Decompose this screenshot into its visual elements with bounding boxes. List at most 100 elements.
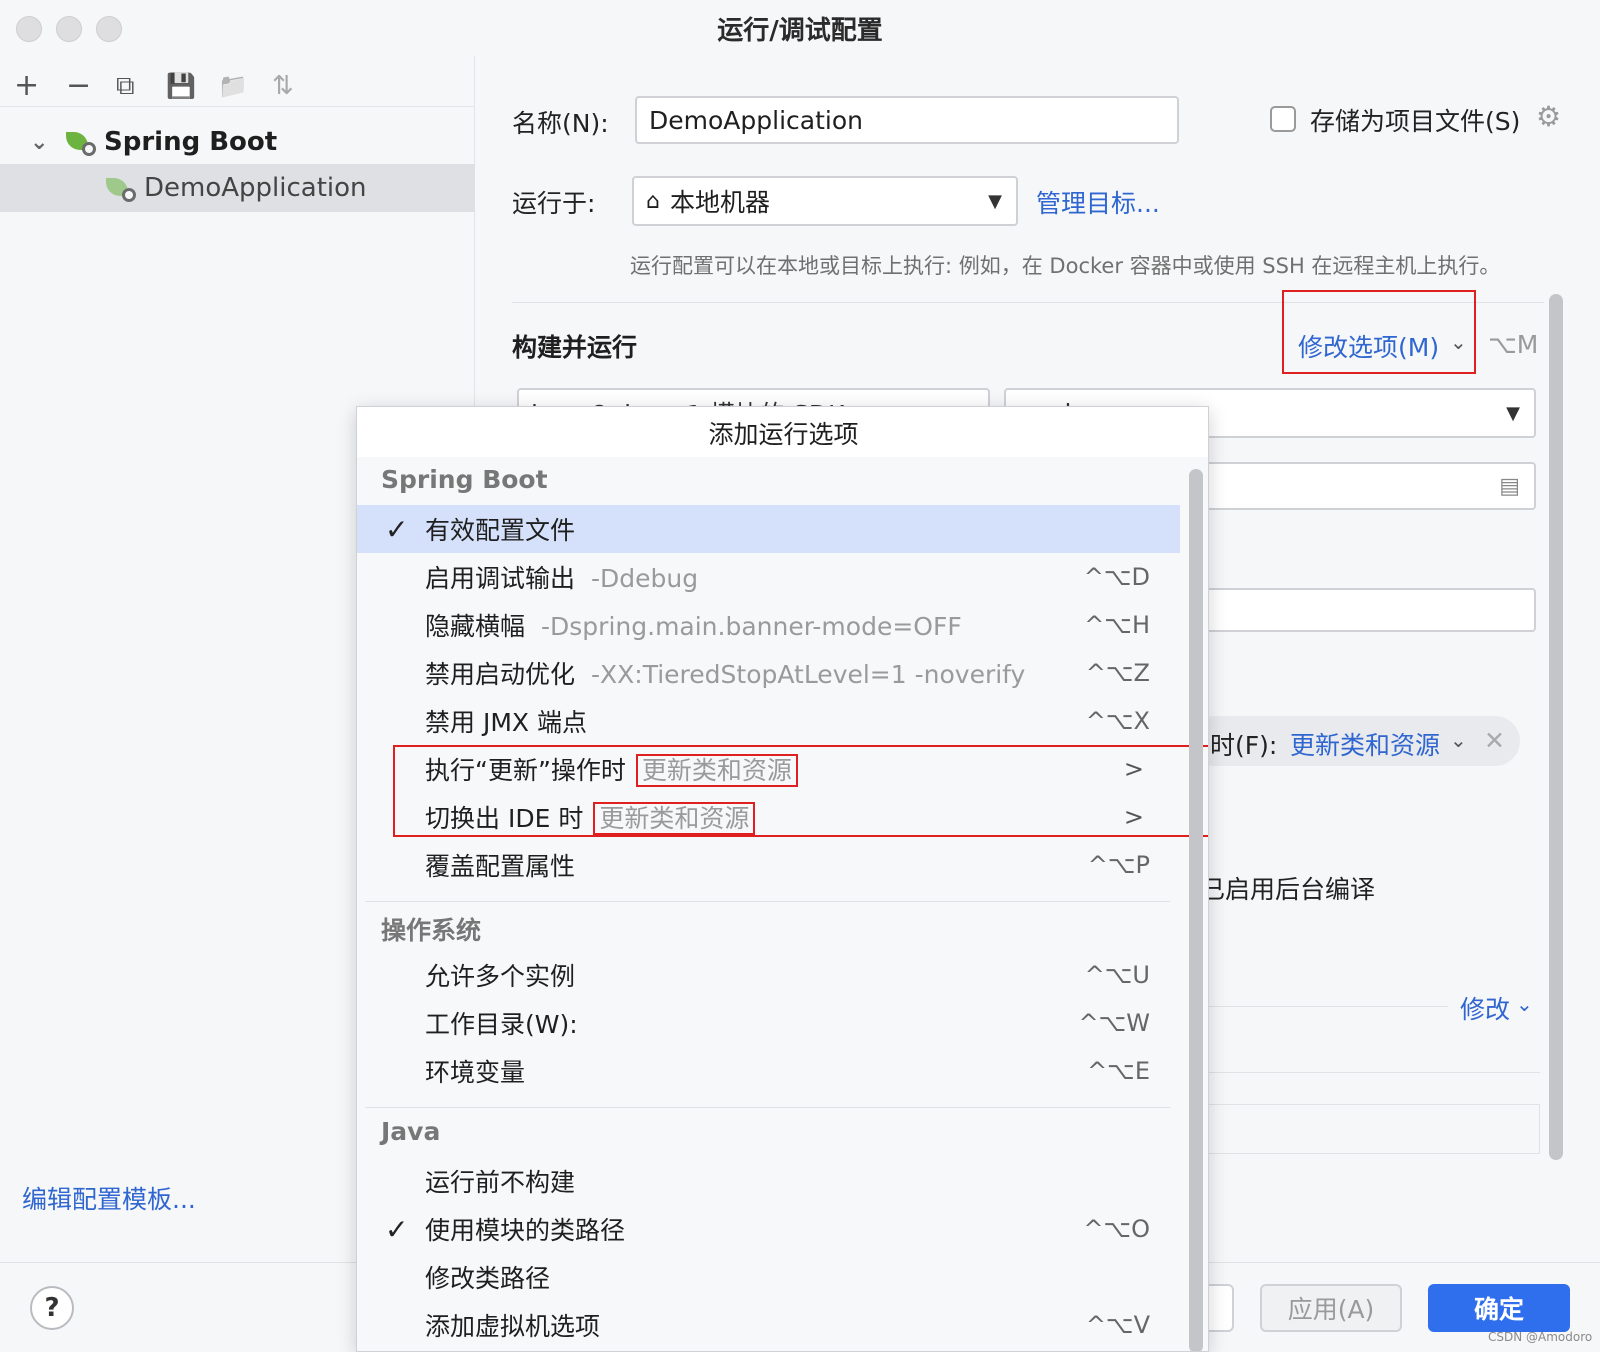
option-hint: -Dspring.main.banner-mode=OFF: [541, 612, 962, 641]
manage-targets-link[interactable]: 管理目标...: [1036, 184, 1160, 220]
option-shortcut: ^⌥X: [1085, 707, 1150, 735]
checkmark-icon: ✓: [385, 1212, 409, 1246]
option-shortcut: ^⌥H: [1084, 611, 1150, 639]
option-shortcut: ^⌥V: [1085, 1311, 1150, 1339]
option-allow-multiple-instances[interactable]: 允许多个实例 ^⌥U: [357, 951, 1180, 999]
option-add-vm-options[interactable]: 添加虚拟机选项 ^⌥V: [357, 1301, 1180, 1349]
store-as-project-file-label: 存储为项目文件(S): [1310, 107, 1521, 136]
option-environment-variables[interactable]: 环境变量 ^⌥E: [357, 1047, 1180, 1095]
dropdown-arrow-icon: ▼: [1506, 402, 1520, 424]
option-hint: -Ddebug: [591, 564, 699, 593]
option-label: 添加虚拟机选项: [425, 1312, 601, 1341]
remove-config-icon[interactable]: −: [66, 66, 91, 106]
option-enable-debug-output[interactable]: 启用调试输出 -Ddebug ^⌥D: [357, 553, 1180, 601]
modify-link[interactable]: 修改: [1460, 990, 1510, 1026]
option-do-not-build[interactable]: 运行前不构建: [357, 1157, 1180, 1205]
home-icon: ⌂: [646, 188, 660, 214]
option-label: 隐藏横幅: [425, 612, 526, 641]
dropdown-arrow-icon: ▼: [988, 190, 1002, 212]
gear-icon[interactable]: ⚙: [1536, 100, 1561, 133]
option-shortcut: ^⌥E: [1087, 1057, 1150, 1085]
tree-item-label: DemoApplication: [144, 173, 367, 203]
run-debug-config-window: 运行/调试配置 + − ⧉ 💾 📁 ⇅ ⌄ Spring Boot DemoAp…: [0, 0, 1600, 1352]
apply-button[interactable]: 应用(A): [1260, 1284, 1402, 1332]
option-label: 禁用启动优化: [425, 660, 576, 689]
new-folder-icon[interactable]: 📁: [218, 66, 248, 106]
popup-title: 添加运行选项: [708, 420, 859, 449]
group-java: Java: [381, 1117, 441, 1146]
option-disable-jmx[interactable]: 禁用 JMX 端点 ^⌥X: [357, 697, 1180, 745]
tree-group-spring-boot[interactable]: ⌄ Spring Boot: [30, 122, 277, 162]
chevron-down-icon: ⌄: [30, 129, 49, 155]
add-config-icon[interactable]: +: [14, 66, 39, 106]
option-label: 工作目录(W):: [425, 1010, 578, 1039]
option-label: 允许多个实例: [425, 962, 576, 991]
option-label: 覆盖配置属性: [425, 852, 576, 881]
group-divider: [365, 1107, 1170, 1108]
spring-boot-app-icon: [106, 174, 136, 202]
save-config-icon[interactable]: 💾: [166, 66, 196, 106]
divider: [1200, 1006, 1448, 1007]
tree-item-demo-application[interactable]: DemoApplication: [0, 164, 475, 212]
empty-field: [1200, 1104, 1540, 1154]
popup-scrollbar[interactable]: [1189, 469, 1203, 1351]
store-as-project-file-checkbox[interactable]: [1270, 106, 1296, 132]
run-on-select[interactable]: ⌂ 本地机器 ▼: [632, 176, 1018, 226]
option-hide-banner[interactable]: 隐藏横幅 -Dspring.main.banner-mode=OFF ^⌥H: [357, 601, 1180, 649]
help-button[interactable]: ?: [30, 1286, 74, 1330]
option-label: 使用模块的类路径: [425, 1216, 626, 1245]
option-shortcut: ^⌥Z: [1085, 659, 1150, 687]
option-label: 禁用 JMX 端点: [425, 708, 587, 737]
tree-group-label: Spring Boot: [104, 127, 278, 157]
checkmark-icon: ✓: [385, 512, 409, 546]
option-shortcut: ^⌥P: [1087, 851, 1150, 879]
run-on-hint: 运行配置可以在本地或目标上执行: 例如，在 Docker 容器中或使用 SSH …: [630, 254, 1501, 278]
option-modify-classpath[interactable]: 修改类路径: [357, 1253, 1180, 1301]
build-run-title: 构建并运行: [512, 333, 638, 362]
run-on-label: 运行于:: [512, 189, 596, 218]
option-label: 环境变量: [425, 1058, 526, 1087]
ok-button[interactable]: 确定: [1428, 1284, 1570, 1332]
browse-file-icon[interactable]: ▤: [1499, 474, 1520, 499]
option-shortcut: ^⌥U: [1084, 961, 1150, 989]
divider: [1200, 1072, 1540, 1073]
window-title: 运行/调试配置: [717, 16, 883, 46]
title-bar: 运行/调试配置: [0, 0, 1600, 56]
group-os: 操作系统: [381, 916, 482, 945]
option-shortcut: ^⌥W: [1078, 1009, 1151, 1037]
option-working-directory[interactable]: 工作目录(W): ^⌥W: [357, 999, 1180, 1047]
highlight-update-options: [393, 745, 1208, 837]
sort-icon[interactable]: ⇅: [272, 66, 294, 106]
highlight-modify-options: [1282, 290, 1476, 374]
edit-templates-link[interactable]: 编辑配置模板...: [22, 1180, 196, 1216]
remove-chip-icon[interactable]: ✕: [1484, 726, 1505, 755]
run-on-value: 本地机器: [669, 188, 770, 217]
option-label: 运行前不构建: [425, 1168, 576, 1197]
background-compile-text: 已启用后台编译: [1200, 875, 1376, 904]
watermark: CSDN @Amodoro: [1488, 1330, 1593, 1344]
option-hint: -XX:TieredStopAtLevel=1 -noverify: [591, 660, 1026, 689]
toolbar-divider: [0, 106, 475, 107]
option-label: 有效配置文件: [425, 516, 576, 545]
name-label: 名称(N):: [512, 109, 609, 138]
group-spring-boot: Spring Boot: [381, 465, 548, 494]
option-override-properties[interactable]: 覆盖配置属性 ^⌥P: [357, 841, 1180, 889]
option-active-profiles[interactable]: ✓ 有效配置文件: [357, 505, 1180, 553]
option-disable-launch-optimization[interactable]: 禁用启动优化 -XX:TieredStopAtLevel=1 -noverify …: [357, 649, 1180, 697]
option-shortcut: ^⌥O: [1083, 1215, 1150, 1243]
copy-config-icon[interactable]: ⧉: [116, 66, 135, 106]
spring-boot-icon: [66, 128, 96, 156]
chevron-down-icon: ⌄: [1450, 728, 1467, 752]
form-scrollbar[interactable]: [1549, 294, 1563, 1160]
chevron-down-icon: ⌄: [1516, 992, 1533, 1016]
option-label: 启用调试输出: [425, 564, 576, 593]
option-use-module-classpath[interactable]: ✓ 使用模块的类路径 ^⌥O: [357, 1205, 1180, 1253]
group-divider: [365, 901, 1170, 902]
update-action-label: 时(F):: [1210, 731, 1278, 760]
option-shortcut: ^⌥D: [1083, 563, 1150, 591]
update-action-value[interactable]: 更新类和资源: [1290, 726, 1440, 762]
option-label: 修改类路径: [425, 1264, 551, 1293]
name-input[interactable]: DemoApplication: [635, 96, 1179, 144]
add-run-options-popup: 添加运行选项 Spring Boot ✓ 有效配置文件 启用调试输出 -Ddebu…: [356, 406, 1209, 1352]
modify-options-shortcut: ⌥M: [1488, 330, 1539, 359]
